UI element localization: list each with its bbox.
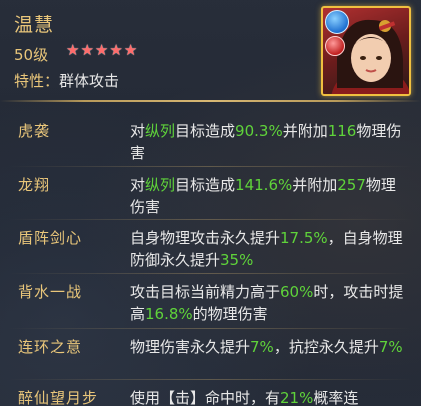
skill-value: 16.8%	[145, 305, 193, 323]
hero-trait: 特性：群体攻击	[14, 70, 119, 91]
skill-text: 对	[130, 176, 146, 194]
header-divider	[0, 100, 421, 102]
skill-description: 使用【击】命中时，有21%概率连	[130, 387, 410, 406]
skill-description: 攻击目标当前精力高于60%时，攻击时提高16.8%的物理伤害	[130, 281, 410, 325]
skill-value: 116	[327, 122, 357, 140]
skill-text: 目标造成	[175, 122, 236, 140]
skill-value: 35%	[220, 251, 254, 269]
row-divider	[8, 328, 413, 329]
skill-description: 自身物理攻击永久提升17.5%，自身物理防御永久提升35%	[130, 227, 410, 271]
skill-value: 17.5%	[280, 229, 328, 247]
skill-text: 使用【击】命中时，有	[130, 389, 281, 406]
hero-info-panel: 温慧 50级 ★ ★ ★ ★ ★ 特性：群体攻击 虎袭 对纵列目标造成90.3%并附加11…	[0, 0, 421, 406]
skill-text: 并附加	[282, 122, 328, 140]
skill-text: ，抗控永久提升	[273, 338, 379, 356]
skill-value: 21%	[280, 389, 314, 406]
skill-text: 攻击目标当前精力高于	[130, 283, 281, 301]
row-divider	[8, 166, 413, 167]
skill-value: 7%	[250, 338, 274, 356]
skill-value: 90.3%	[235, 122, 283, 140]
skill-badge-icon	[325, 36, 345, 56]
skill-text: 概率连	[313, 389, 359, 406]
star-icon: ★	[109, 41, 123, 59]
star-rating: ★ ★ ★ ★ ★	[66, 41, 137, 59]
skill-text: 并附加	[292, 176, 338, 194]
skill-text: 自身物理攻击永久提升	[130, 229, 281, 247]
skill-name: 背水一战	[18, 283, 83, 301]
hero-portrait[interactable]	[321, 6, 411, 96]
skill-text: 物理伤害永久提升	[130, 338, 251, 356]
skill-description: 物理伤害永久提升7%，抗控永久提升7%	[130, 336, 410, 358]
skill-text: 对	[130, 122, 146, 140]
skill-name: 醉仙望月步	[18, 389, 99, 406]
skill-description: 对纵列目标造成90.3%并附加116物理伤害	[130, 120, 410, 164]
trait-value: 群体攻击	[59, 72, 120, 90]
water-element-icon	[325, 10, 349, 34]
skill-text: 目标造成	[175, 176, 236, 194]
skill-value: 60%	[280, 283, 314, 301]
star-icon: ★	[94, 41, 109, 59]
hero-name: 温慧	[14, 14, 55, 36]
skill-value: 141.6%	[235, 176, 293, 194]
skill-name: 虎袭	[18, 122, 51, 140]
skill-value: 纵列	[145, 122, 176, 140]
skill-value: 7%	[378, 338, 403, 356]
skill-description: 对纵列目标造成141.6%并附加257物理伤害	[130, 174, 410, 218]
trait-label: 特性：	[14, 72, 60, 90]
skill-name: 盾阵剑心	[18, 229, 83, 247]
skill-value: 纵列	[145, 176, 176, 194]
row-divider	[8, 379, 413, 380]
hero-level: 50级	[14, 46, 49, 64]
row-divider	[8, 273, 413, 274]
skill-name: 连环之意	[18, 338, 83, 356]
skill-name: 龙翔	[18, 176, 51, 194]
skill-text: 的物理伤害	[192, 305, 268, 323]
star-icon: ★	[66, 41, 80, 59]
skill-value: 257	[337, 176, 366, 194]
star-icon: ★	[80, 41, 94, 59]
star-icon: ★	[123, 41, 138, 59]
row-divider	[8, 219, 413, 220]
